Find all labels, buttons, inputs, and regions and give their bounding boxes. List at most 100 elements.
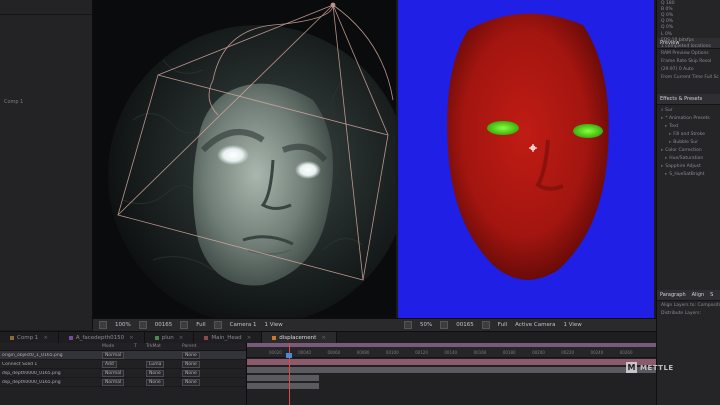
viewer-left-toolbar: 100% 00165 Full Camera 1 1 View: [93, 318, 408, 331]
time-ruler[interactable]: 00020 00040 00060 00080 00100 00120 00140 00160…: [247, 343, 656, 358]
preview-option[interactable]: From Current Time Full Sc: [657, 73, 720, 81]
preview-option[interactable]: RAM Preview Options: [657, 49, 720, 57]
effects-tree-item[interactable]: ▸ Sapphire Adjust: [657, 162, 720, 170]
layer-row[interactable]: dsp_depth0000_0165.png Normal None None: [0, 378, 246, 387]
layer-duration-bar[interactable]: [247, 375, 319, 381]
zoom-level-right[interactable]: 50%: [420, 322, 432, 328]
timecode-left[interactable]: 00165: [155, 322, 173, 328]
ruler-tick-label: 00180: [502, 350, 516, 355]
timecode-right[interactable]: 00165: [456, 322, 474, 328]
layer-mode-select[interactable]: Normal: [102, 369, 125, 377]
views-select-right[interactable]: 1 View: [564, 322, 582, 328]
layer-row[interactable]: dsp_depth0000_0165.png Normal None None: [0, 369, 246, 378]
layer-mode[interactable]: Normal: [102, 378, 134, 386]
composition-viewer-right[interactable]: [398, 0, 654, 318]
effects-tree-item[interactable]: ▸ Fill and Stroke: [657, 130, 720, 138]
layer-parent-select[interactable]: None: [182, 360, 200, 368]
effects-tree-label: S_HueSatBright: [669, 171, 705, 177]
layer-mode-select[interactable]: Add: [102, 360, 117, 368]
layer-parent-select[interactable]: None: [182, 378, 200, 386]
layer-parent-select[interactable]: None: [182, 351, 200, 359]
layer-row[interactable]: origin_object0_1_0165.png Normal None: [0, 351, 246, 360]
column-parent[interactable]: Parent: [182, 344, 222, 349]
layer-name[interactable]: Connect Solid 1: [0, 362, 102, 367]
composition-canvas-right[interactable]: [398, 0, 654, 318]
layer-mode-select[interactable]: Normal: [102, 378, 125, 386]
layer-duration-bar[interactable]: [247, 359, 656, 365]
disclosure-triangle-icon[interactable]: ▸: [665, 156, 667, 161]
effects-search-input[interactable]: ⌕ Sur: [657, 105, 720, 114]
effects-tree-item[interactable]: ▸ * Animation Presets: [657, 114, 720, 122]
column-mode[interactable]: Mode: [102, 344, 134, 349]
layer-mode[interactable]: Normal: [102, 369, 134, 377]
camera-snapshot-icon[interactable]: [138, 321, 147, 329]
layer-parent[interactable]: None: [182, 360, 222, 368]
disclosure-triangle-icon[interactable]: ▸: [661, 148, 663, 153]
playhead-handle[interactable]: [286, 353, 292, 358]
work-area-bar[interactable]: [247, 343, 656, 347]
resolution-right[interactable]: Full: [498, 322, 507, 328]
effects-tree-item[interactable]: ▸ Color Correction: [657, 146, 720, 154]
camera-snapshot-icon[interactable]: [440, 321, 449, 329]
effects-presets-panel: Effects & Presets ⌕ Sur ▸ * Animation Pre…: [657, 94, 720, 290]
effects-tree-item[interactable]: ▸ Text: [657, 122, 720, 130]
tab-color-swatch: [154, 336, 159, 340]
layer-bars-area[interactable]: [247, 357, 656, 405]
layer-parent[interactable]: None: [182, 369, 222, 377]
effects-tree-item[interactable]: ▸ Bubble Sur: [657, 138, 720, 146]
layer-parent[interactable]: None: [182, 351, 222, 359]
disclosure-triangle-icon[interactable]: ▸: [665, 124, 667, 129]
effects-tree-label: Fill and Stroke: [673, 131, 705, 137]
close-icon[interactable]: ×: [247, 335, 252, 341]
layer-name[interactable]: origin_object0_1_0165.png: [0, 353, 102, 358]
layer-trkmat-select[interactable]: Luma: [146, 360, 165, 368]
grid-toggle-icon[interactable]: [99, 321, 107, 329]
layer-trkmat-select[interactable]: None: [146, 378, 164, 386]
disclosure-triangle-icon[interactable]: ▸: [661, 116, 663, 121]
close-icon[interactable]: ×: [179, 335, 184, 341]
disclosure-triangle-icon[interactable]: ▸: [669, 140, 671, 145]
layer-trkmat[interactable]: None: [146, 369, 182, 377]
layer-name[interactable]: dsp_depth0000_0165.png: [0, 380, 102, 385]
layer-trkmat-select[interactable]: None: [146, 369, 164, 377]
layer-trkmat[interactable]: None: [146, 378, 182, 386]
column-trkmat[interactable]: TrkMat: [146, 344, 182, 349]
close-icon[interactable]: ×: [321, 335, 326, 341]
column-track[interactable]: T: [134, 344, 146, 349]
close-icon[interactable]: ×: [129, 335, 134, 341]
camera-select-right[interactable]: Active Camera: [515, 322, 555, 328]
views-select-left[interactable]: 1 View: [264, 322, 282, 328]
disclosure-triangle-icon[interactable]: ▸: [661, 164, 663, 169]
preview-option[interactable]: (29.97) 0 Auto: [657, 65, 720, 73]
project-item[interactable]: Comp 1: [0, 97, 92, 107]
effects-panel-title[interactable]: Effects & Presets: [657, 94, 720, 105]
color-channel-icon[interactable]: [180, 321, 189, 329]
preview-option[interactable]: Frame Rate Skip Resol: [657, 57, 720, 65]
layer-name[interactable]: dsp_depth0000_0165.png: [0, 371, 102, 376]
align-tab[interactable]: S: [710, 292, 713, 298]
layer-mode[interactable]: Add: [102, 360, 134, 368]
layer-row[interactable]: Connect Solid 1 Add Luma None: [0, 360, 246, 369]
disclosure-triangle-icon[interactable]: ▸: [669, 132, 671, 137]
close-icon[interactable]: ×: [43, 335, 48, 341]
layer-mode[interactable]: Normal: [102, 351, 134, 359]
layer-duration-bar[interactable]: [247, 383, 319, 389]
zoom-level-left[interactable]: 100%: [115, 322, 131, 328]
effects-tree-item[interactable]: ▸ Hue/Saturation: [657, 154, 720, 162]
layer-parent[interactable]: None: [182, 378, 222, 386]
align-tab[interactable]: Paragraph: [660, 292, 686, 298]
align-tab[interactable]: Align: [692, 292, 705, 298]
layer-parent-select[interactable]: None: [182, 369, 200, 377]
effects-tree-item[interactable]: ▸ S_HueSatBright: [657, 170, 720, 178]
layer-duration-bar[interactable]: [247, 367, 656, 373]
layer-trkmat[interactable]: Luma: [146, 360, 182, 368]
resolution-left[interactable]: Full: [196, 322, 205, 328]
composition-canvas-left[interactable]: [93, 0, 396, 318]
camera-select-left[interactable]: Camera 1: [230, 322, 257, 328]
region-icon[interactable]: [213, 321, 222, 329]
grid-toggle-icon[interactable]: [404, 321, 412, 329]
disclosure-triangle-icon[interactable]: ▸: [665, 172, 667, 177]
composition-viewer-left[interactable]: [93, 0, 396, 318]
layer-mode-select[interactable]: Normal: [102, 351, 125, 359]
color-channel-icon[interactable]: [481, 321, 490, 329]
